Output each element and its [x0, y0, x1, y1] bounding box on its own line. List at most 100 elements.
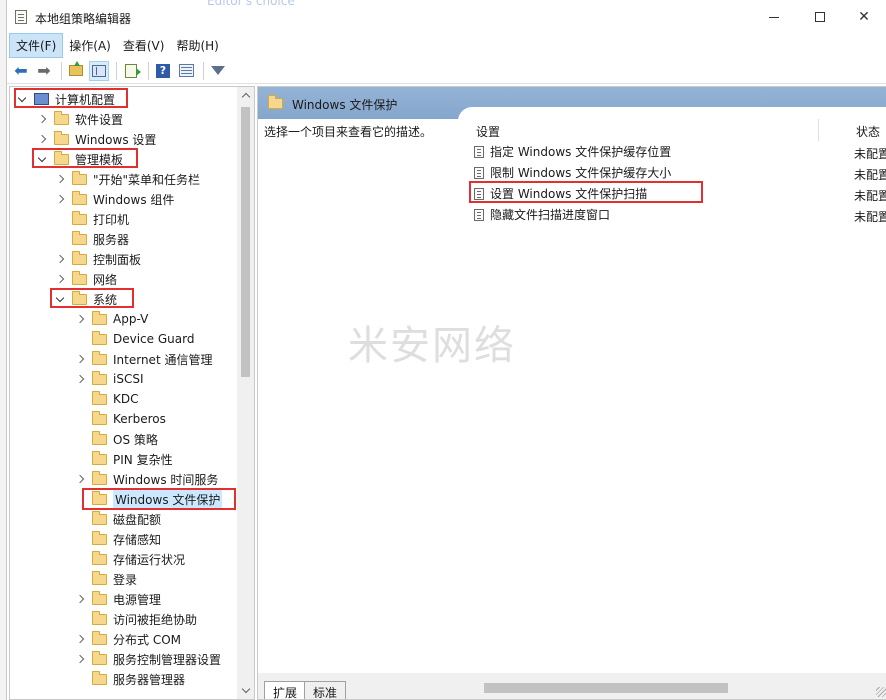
column-divider[interactable] [818, 119, 819, 141]
tree-item-os-policy[interactable]: OS 策略 [74, 429, 158, 449]
tree-item-iscsi[interactable]: iSCSI [74, 369, 144, 389]
horizontal-scroll-thumb[interactable] [484, 683, 728, 693]
chevron-up-icon [241, 92, 250, 102]
minimize-icon [769, 16, 779, 18]
expander-collapsed[interactable] [74, 633, 86, 645]
tree-item-windows-file-protection[interactable]: Windows 文件保护 [74, 489, 223, 509]
export-list-button[interactable] [121, 61, 141, 81]
details-bottom-bar: 扩展 标准 [258, 673, 886, 699]
tree-item-start-menu[interactable]: "开始"菜单和任务栏 [54, 169, 200, 189]
tree-item-label: Device Guard [113, 332, 195, 346]
maximize-icon [815, 12, 825, 22]
tree-item-control-panel[interactable]: 控制面板 [54, 249, 141, 269]
tree-item-windows-settings[interactable]: Windows 设置 [36, 129, 156, 149]
expander-none [74, 573, 86, 585]
tree-pane[interactable]: 计算机配置 软件设置 Windows 设置 管理模板 "开始"菜单和任务栏 Wi… [9, 86, 255, 700]
folder-icon [92, 390, 107, 405]
tree-item-access-denied-assist[interactable]: 访问被拒绝协助 [74, 609, 197, 629]
back-button[interactable]: ⬅ [11, 61, 31, 81]
expander-collapsed[interactable] [54, 273, 66, 285]
expander-expanded[interactable] [54, 293, 66, 305]
view-button[interactable] [176, 61, 196, 81]
tree-item-label: 访问被拒绝协助 [113, 612, 198, 627]
tree-item-admin-templates[interactable]: 管理模板 [36, 149, 123, 169]
column-header-state[interactable]: 状态 [856, 123, 880, 140]
tree-scrollbar[interactable] [237, 87, 254, 699]
folder-icon [72, 270, 87, 285]
tree-item-system[interactable]: 系统 [54, 289, 117, 309]
expander-collapsed[interactable] [74, 313, 86, 325]
up-folder-button[interactable] [66, 61, 86, 81]
close-button[interactable]: ✕ [843, 4, 885, 30]
expander-collapsed[interactable] [74, 353, 86, 365]
tree-item-software-settings[interactable]: 软件设置 [36, 109, 123, 129]
expander-collapsed[interactable] [74, 593, 86, 605]
scroll-thumb[interactable] [241, 107, 250, 377]
scroll-up-button[interactable] [237, 87, 254, 104]
filter-button[interactable] [208, 61, 228, 81]
show-tree-button[interactable] [89, 60, 109, 81]
expander-expanded[interactable] [36, 153, 48, 165]
menu-help[interactable]: 帮助(H) [170, 34, 224, 57]
tree-item-logon[interactable]: 登录 [74, 569, 137, 589]
tree-item-label: 服务控制管理器设置 [113, 652, 222, 667]
column-header-setting[interactable]: 设置 [476, 123, 500, 140]
forward-button[interactable]: ➡ [34, 61, 54, 81]
scroll-down-button[interactable] [237, 682, 254, 699]
policy-row[interactable]: 设置 Windows 文件保护扫描 未配置 [474, 183, 886, 204]
tree-item-storage-health[interactable]: 存储运行状况 [74, 549, 185, 569]
chevron-right-icon [55, 254, 65, 264]
policy-setting-icon [474, 208, 484, 221]
tree-item-printers[interactable]: 打印机 [54, 209, 129, 229]
tree-item-server-manager[interactable]: 服务器管理器 [74, 669, 185, 689]
menu-action[interactable]: 操作(A) [63, 34, 117, 57]
policy-setting-icon [474, 187, 484, 200]
policy-row[interactable]: 限制 Windows 文件保护缓存大小 未配置 [474, 162, 886, 183]
tree-item-label: 登录 [113, 572, 138, 587]
folder-icon [92, 410, 107, 425]
expander-collapsed[interactable] [36, 133, 48, 145]
help-button[interactable]: ? [153, 61, 173, 81]
menu-view[interactable]: 查看(V) [117, 34, 171, 57]
chevron-right-icon [37, 134, 47, 144]
tree-item-scm-settings[interactable]: 服务控制管理器设置 [74, 649, 221, 669]
policy-row[interactable]: 隐藏文件扫描进度窗口 未配置 [474, 204, 886, 225]
tab-standard[interactable]: 标准 [304, 681, 347, 699]
close-icon: ✕ [858, 9, 870, 25]
app-icon [15, 10, 27, 24]
expander-collapsed[interactable] [54, 173, 66, 185]
maximize-button[interactable] [799, 4, 841, 30]
menu-file[interactable]: 文件(F) [9, 32, 64, 58]
expander-expanded[interactable] [16, 93, 28, 105]
tree-item-network[interactable]: 网络 [54, 269, 117, 289]
tree-item-server[interactable]: 服务器 [54, 229, 129, 249]
resize-grip-icon[interactable] [876, 687, 886, 697]
title-bar: 本地组策略编辑器 Editor's choice ✕ [7, 0, 886, 34]
expander-collapsed[interactable] [74, 473, 86, 485]
expander-collapsed[interactable] [74, 653, 86, 665]
tree-item-distributed-com[interactable]: 分布式 COM [74, 629, 181, 649]
tree-item-kerberos[interactable]: Kerberos [74, 409, 166, 429]
tree-item-power-management[interactable]: 电源管理 [74, 589, 161, 609]
tree-item-internet-comm[interactable]: Internet 通信管理 [74, 349, 212, 369]
tree-item-label: Windows 时间服务 [113, 472, 219, 487]
policy-state: 未配置 [854, 168, 886, 182]
tree-item-computer-config[interactable]: 计算机配置 [16, 89, 115, 109]
expander-collapsed[interactable] [54, 193, 66, 205]
tab-extended[interactable]: 扩展 [264, 681, 307, 699]
policy-row[interactable]: 指定 Windows 文件保护缓存位置 未配置 [474, 141, 886, 162]
tree-item-windows-time[interactable]: Windows 时间服务 [74, 469, 218, 489]
expander-collapsed[interactable] [54, 253, 66, 265]
policy-setting-icon [474, 166, 484, 179]
tree-item-pin-complexity[interactable]: PIN 复杂性 [74, 449, 173, 469]
tree-item-storage-sense[interactable]: 存储感知 [74, 529, 161, 549]
tree-item-device-guard[interactable]: Device Guard [74, 329, 194, 349]
tree-item-disk-quota[interactable]: 磁盘配额 [74, 509, 161, 529]
expander-none [74, 333, 86, 345]
expander-collapsed[interactable] [74, 373, 86, 385]
expander-collapsed[interactable] [36, 113, 48, 125]
tree-item-kdc[interactable]: KDC [74, 389, 139, 409]
tree-item-windows-components[interactable]: Windows 组件 [54, 189, 174, 209]
tree-item-app-v[interactable]: App-V [74, 309, 148, 329]
minimize-button[interactable] [753, 4, 795, 30]
